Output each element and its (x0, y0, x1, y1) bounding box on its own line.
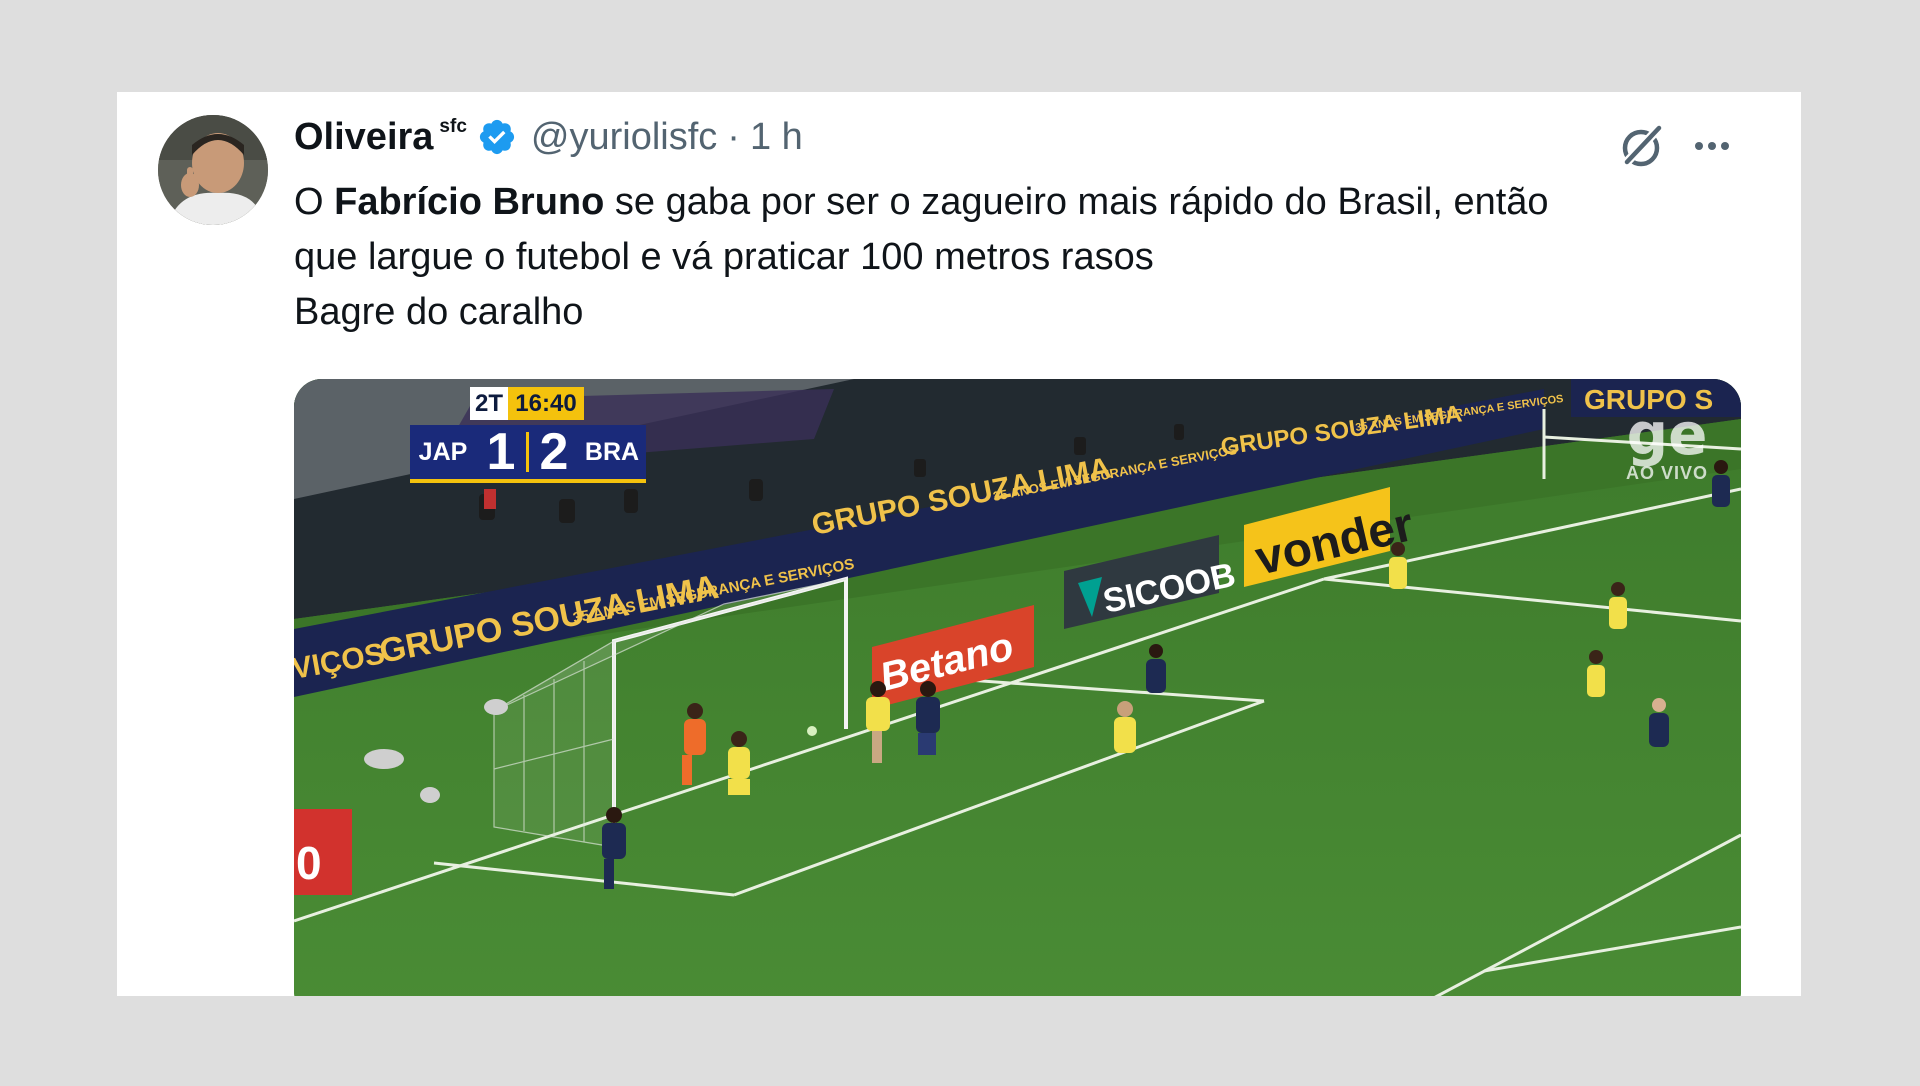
avatar[interactable] (158, 115, 268, 225)
verified-badge-icon (479, 119, 514, 155)
tweet-text-line-2: que largue o futebol e vá praticar 100 m… (294, 236, 1154, 278)
header-separator: · (727, 115, 740, 158)
away-team: BRA (584, 437, 640, 466)
grok-icon[interactable] (1615, 120, 1667, 172)
author-name-suffix[interactable]: sfc (439, 116, 466, 138)
avatar-photo (158, 115, 268, 225)
board-text-left-fragment: 0 (296, 837, 322, 889)
live-label: AO VIVO (1625, 463, 1708, 483)
tweet-text-line-1: O Fabrício Bruno se gaba por ser o zague… (294, 175, 1754, 230)
text-bold-name: Fabrício Bruno (334, 181, 605, 223)
home-score: 1 (486, 423, 516, 481)
tweet-text-line-3: Bagre do caralho (294, 291, 584, 333)
text-suffix: se gaba por ser o zagueiro mais rápido d… (604, 181, 1549, 223)
author-name[interactable]: Oliveira (294, 116, 433, 159)
match-period: 2T (470, 387, 508, 420)
home-team: JAP (418, 437, 468, 466)
text-prefix: O (294, 181, 335, 223)
tweet-media-video[interactable]: VIÇOS GRUPO SOUZA LIMA 35 ANOS EM SEGURA… (294, 379, 1741, 996)
away-score: 2 (539, 423, 569, 481)
ge-logo-mark: ge (1626, 400, 1708, 468)
tweet-timestamp[interactable]: 1 h (750, 116, 803, 159)
tweet-text: O Fabrício Bruno se gaba por ser o zague… (294, 175, 1754, 340)
score-panel: JAP 1 2 BRA (410, 423, 646, 483)
broadcaster-logo: ge AO VIVO (1599, 405, 1735, 495)
author-handle[interactable]: @yuriolisfc (531, 116, 717, 159)
match-clock: 16:40 (508, 387, 584, 420)
tweet-card[interactable]: Oliveira sfc @yuriolisfc · 1 h O Fabríci… (117, 92, 1801, 996)
tweet-header: Oliveira sfc @yuriolisfc · 1 h (294, 112, 803, 162)
more-options-icon[interactable] (1687, 126, 1737, 166)
